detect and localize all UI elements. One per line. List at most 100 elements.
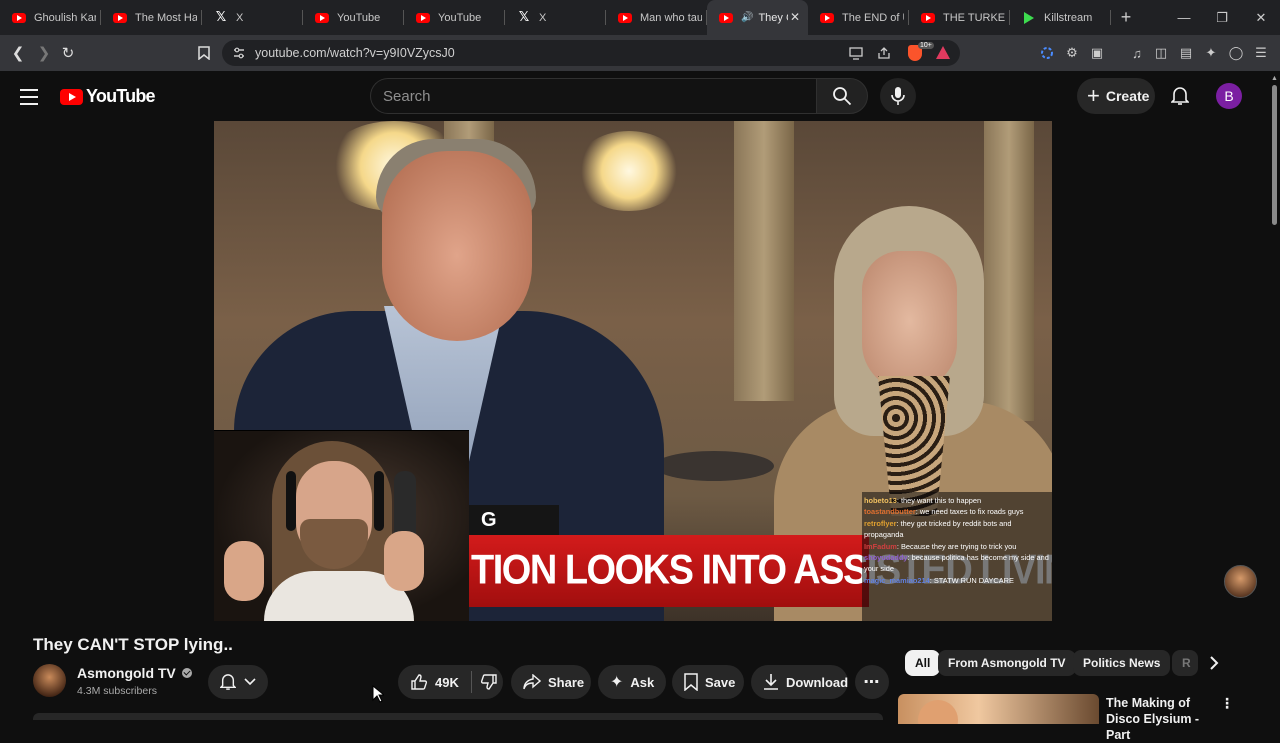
close-window-button[interactable]: ✕ bbox=[1242, 0, 1280, 35]
video-title: They CAN'T STOP lying.. bbox=[33, 635, 233, 654]
recommended-video-menu-icon[interactable]: ⋮ bbox=[1220, 695, 1234, 712]
new-tab-button[interactable]: + bbox=[1111, 7, 1141, 28]
browser-tab[interactable]: THE TURKEY bbox=[909, 0, 1010, 35]
back-button[interactable]: ❮ bbox=[4, 35, 32, 71]
media-controls-icon[interactable]: ♫ bbox=[1125, 35, 1149, 71]
youtube-icon bbox=[12, 11, 26, 25]
ask-label: Ask bbox=[630, 674, 655, 690]
cast-icon[interactable] bbox=[849, 46, 863, 65]
chat-text: we need taxes to fix roads guys bbox=[919, 507, 1024, 517]
extension-blue-icon[interactable] bbox=[1035, 35, 1059, 71]
reload-button[interactable]: ↻ bbox=[54, 35, 82, 71]
close-tab-icon[interactable]: ✕ bbox=[790, 10, 800, 24]
chips-next-button[interactable] bbox=[1201, 650, 1227, 676]
sidebar-icon[interactable]: ◫ bbox=[1149, 35, 1173, 71]
chip-politics-news[interactable]: Politics News bbox=[1073, 650, 1171, 676]
like-dislike-group: 49K bbox=[398, 665, 503, 699]
screenshot-icon[interactable]: ▣ bbox=[1085, 35, 1109, 71]
browser-toolbar: ❮ ❯ ↻ youtube.com/watch?v=y9I0VZycsJ0 10… bbox=[0, 35, 1280, 71]
search-input[interactable] bbox=[383, 88, 803, 105]
channel-name[interactable]: Asmongold TV bbox=[77, 665, 192, 681]
browser-tab[interactable]: Killstream bbox=[1010, 0, 1111, 35]
minimize-button[interactable]: — bbox=[1165, 0, 1203, 35]
leo-ai-icon[interactable]: ✦ bbox=[1199, 35, 1223, 71]
chat-text: Because they are trying to trick you bbox=[900, 541, 1017, 551]
like-button[interactable] bbox=[410, 673, 428, 691]
chat-message: retroflyer: they got tricked by reddit b… bbox=[864, 518, 1050, 541]
brave-rewards-icon[interactable] bbox=[936, 46, 950, 59]
bookmark-icon[interactable] bbox=[190, 35, 218, 71]
description-box[interactable] bbox=[33, 713, 883, 720]
wallet-icon[interactable]: ▤ bbox=[1174, 35, 1198, 71]
headphones-right bbox=[374, 471, 384, 531]
tab-title: The Most Ha bbox=[135, 11, 197, 24]
save-bookmark-icon bbox=[684, 673, 698, 691]
video-player[interactable]: G NEWS TION LOOKS INTO ASSISTED LIVING S… bbox=[214, 121, 1052, 621]
recommended-video-title[interactable]: The Making of Disco Elysium - Part bbox=[1106, 695, 1226, 743]
tab-title: YouTube bbox=[438, 11, 482, 24]
like-count[interactable]: 49K bbox=[435, 675, 459, 690]
voice-search-button[interactable] bbox=[880, 78, 916, 114]
tab-title: X bbox=[236, 11, 244, 24]
extensions-puzzle-icon[interactable]: ⚙ bbox=[1060, 35, 1084, 71]
create-button[interactable]: + Create bbox=[1077, 78, 1155, 114]
scroll-up-icon[interactable]: ▲ bbox=[1271, 75, 1278, 82]
share-button[interactable]: Share bbox=[511, 665, 591, 699]
restore-button[interactable]: ❐ bbox=[1203, 0, 1241, 35]
background-pillar bbox=[984, 121, 1034, 421]
chip-r[interactable]: R bbox=[1172, 650, 1198, 676]
more-actions-button[interactable]: ⋯ bbox=[855, 665, 889, 699]
search-icon bbox=[833, 87, 852, 106]
like-divider bbox=[470, 671, 472, 693]
page-scrollbar[interactable]: ▲ bbox=[1270, 75, 1278, 715]
browser-tab[interactable]: YouTube bbox=[404, 0, 505, 35]
site-info-icon[interactable] bbox=[232, 46, 246, 65]
save-button[interactable]: Save bbox=[672, 665, 744, 699]
browser-tab[interactable]: YouTube bbox=[303, 0, 404, 35]
chip-all[interactable]: All bbox=[905, 650, 941, 676]
browser-tab[interactable]: The END of U bbox=[808, 0, 909, 35]
youtube-icon bbox=[416, 11, 430, 25]
address-bar[interactable]: youtube.com/watch?v=y9I0VZycsJ0 10+ bbox=[222, 40, 960, 66]
man-face bbox=[382, 151, 532, 341]
guide-menu-icon[interactable] bbox=[20, 86, 38, 106]
channel-name-text[interactable]: Asmongold TV bbox=[77, 665, 176, 681]
search-button[interactable] bbox=[816, 78, 868, 114]
browser-tab[interactable]: The Most Ha bbox=[101, 0, 202, 35]
url-text[interactable]: youtube.com/watch?v=y9I0VZycsJ0 bbox=[255, 46, 455, 60]
chip-from-asmongold-tv[interactable]: From Asmongold TV bbox=[938, 650, 1076, 676]
chat-text: STATW RUN DAYCARE bbox=[933, 575, 1014, 585]
tab-title: They C bbox=[758, 11, 788, 24]
browser-menu-icon[interactable]: ☰ bbox=[1249, 35, 1273, 71]
background-pillar bbox=[734, 121, 794, 401]
account-avatar[interactable]: B bbox=[1216, 83, 1242, 109]
chat-username: toastandbutter bbox=[864, 507, 916, 517]
mouse-cursor-icon bbox=[372, 685, 384, 703]
vpn-icon[interactable]: ◯ bbox=[1224, 35, 1248, 71]
browser-tab[interactable]: Man who tau bbox=[606, 0, 707, 35]
speaker-icon[interactable]: 🔊 bbox=[741, 12, 753, 23]
bell-icon bbox=[220, 674, 236, 690]
youtube-logo[interactable]: YouTube bbox=[60, 86, 156, 107]
ask-button[interactable]: ✦ Ask bbox=[598, 665, 666, 699]
chat-username: retroflyer bbox=[864, 518, 897, 528]
floating-channel-avatar[interactable] bbox=[1224, 565, 1257, 598]
dislike-button[interactable] bbox=[480, 673, 498, 691]
streamer-hand bbox=[384, 531, 424, 591]
browser-tab[interactable]: 🔊 They C✕ bbox=[707, 0, 808, 35]
search-box[interactable] bbox=[370, 78, 816, 114]
browser-tab[interactable]: 𝕏X bbox=[505, 0, 606, 35]
download-button[interactable]: Download bbox=[751, 665, 848, 699]
scrollbar-thumb[interactable] bbox=[1272, 85, 1277, 225]
chat-username: ImFadum bbox=[864, 541, 897, 551]
channel-avatar[interactable] bbox=[33, 664, 66, 697]
share-page-icon[interactable] bbox=[877, 46, 891, 65]
notifications-bell-icon[interactable] bbox=[1166, 82, 1194, 110]
youtube-icon bbox=[113, 11, 127, 25]
subscribed-notifications-button[interactable] bbox=[208, 665, 268, 699]
tab-title: Ghoulish Kar bbox=[34, 11, 96, 24]
browser-tab[interactable]: Ghoulish Kar bbox=[0, 0, 101, 35]
browser-tab[interactable]: 𝕏X bbox=[202, 0, 303, 35]
share-label: Share bbox=[548, 674, 585, 690]
sparkle-icon: ✦ bbox=[610, 674, 624, 691]
